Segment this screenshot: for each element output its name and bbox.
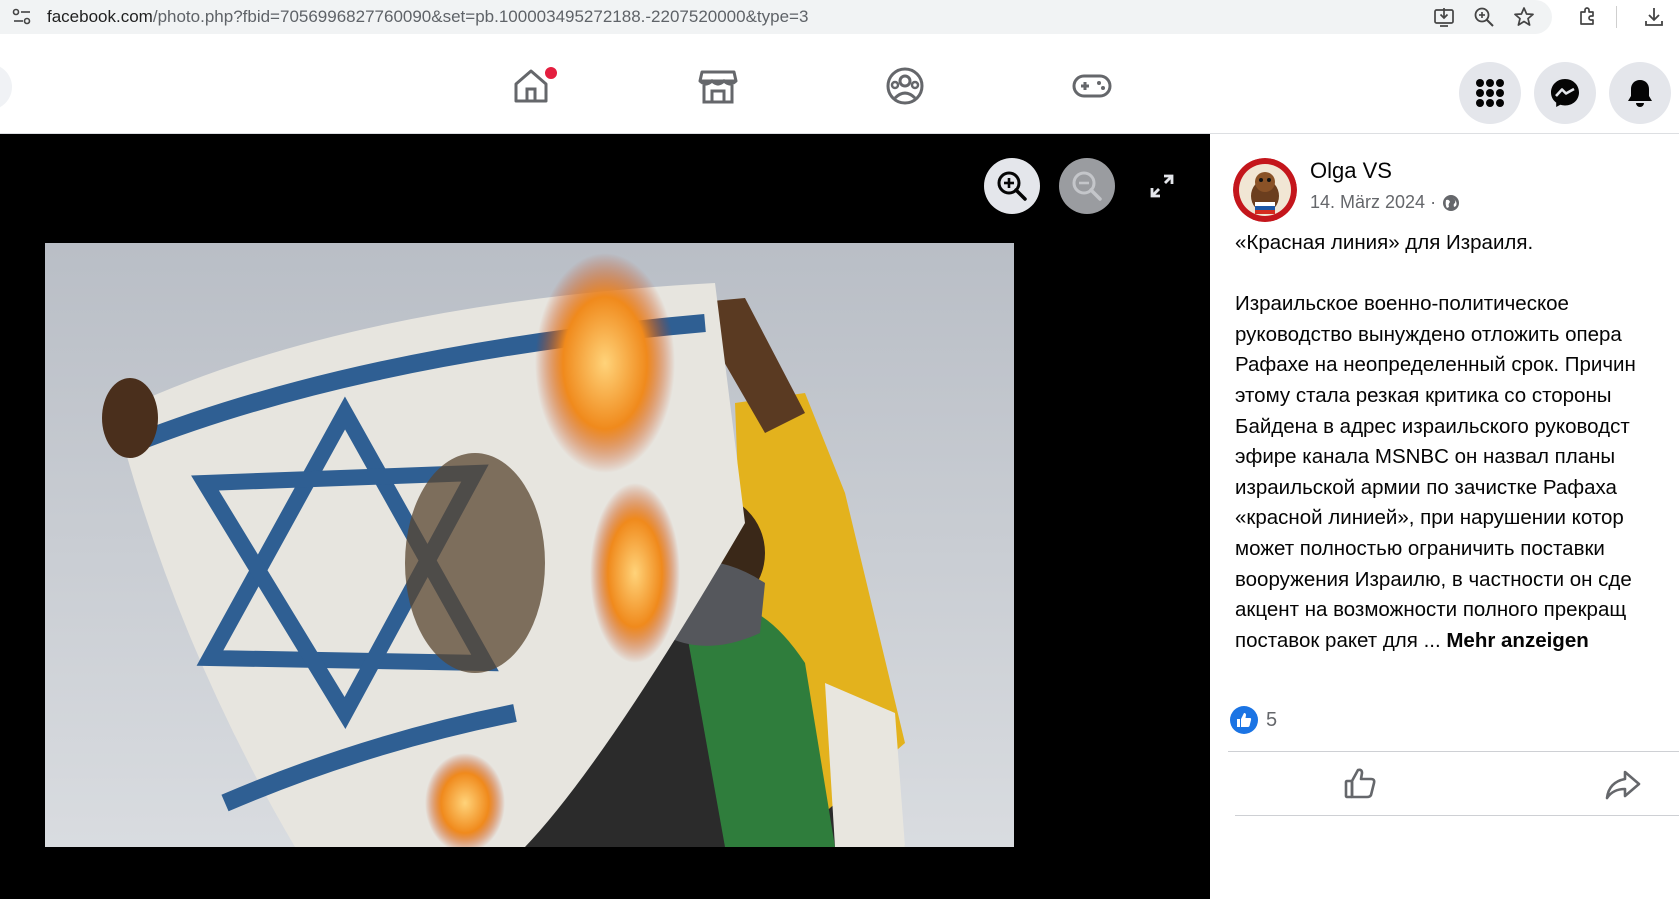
- url-text[interactable]: facebook.com/photo.php?fbid=705699682776…: [47, 7, 808, 27]
- home-notification-dot: [543, 65, 559, 81]
- like-reaction-icon: [1230, 706, 1258, 734]
- search-button-partial[interactable]: [0, 64, 12, 110]
- post-body-line: Байдена в адрес израильского руководст: [1235, 414, 1630, 438]
- photo-illustration: [45, 243, 1014, 847]
- post-body-line: этому стала резкая критика со стороны: [1235, 383, 1612, 407]
- zoom-in-button[interactable]: [984, 158, 1040, 214]
- post-panel: Olga VS 14. März 2024 · «Красная линия» …: [1210, 134, 1679, 899]
- post-body-line: эфире канала MSNBC он назвал планы: [1235, 445, 1616, 469]
- bookmark-star-icon[interactable]: [1512, 5, 1536, 29]
- toolbar-separator: [1616, 6, 1617, 28]
- browser-toolbar: facebook.com/photo.php?fbid=705699682776…: [0, 0, 1679, 41]
- post-title-line: «Красная линия» для Израиля.: [1235, 231, 1534, 254]
- post-body-line: «красной линией», при нарушении котор: [1235, 506, 1624, 530]
- post-body-line: акцент на возможности полного прекращ: [1235, 598, 1627, 622]
- menu-button[interactable]: [1459, 62, 1521, 124]
- post-text: «Красная линия» для Израиля. Израильское…: [1235, 228, 1679, 656]
- post-meta: 14. März 2024 ·: [1310, 192, 1460, 213]
- like-count: 5: [1266, 708, 1278, 731]
- gaming-icon[interactable]: [1070, 64, 1114, 108]
- fullscreen-icon[interactable]: [1148, 172, 1176, 200]
- url-host: facebook.com: [47, 7, 153, 26]
- zoom-in-icon: [997, 171, 1027, 201]
- extensions-icon[interactable]: [1576, 5, 1600, 29]
- post-body-line: Рафахе на неопределенный срок. Причин: [1235, 353, 1636, 377]
- messenger-button[interactable]: [1534, 62, 1596, 124]
- post-last-line: поставок ракет для ... Mehr anzeigen: [1235, 626, 1679, 657]
- photo-viewer: [0, 134, 1210, 899]
- see-more-link[interactable]: Mehr anzeigen: [1446, 629, 1588, 652]
- post-body-line: вооружения Израилю, в частности он сде: [1235, 567, 1632, 591]
- url-path: /photo.php?fbid=7056996827760090&set=pb.…: [152, 7, 809, 26]
- notifications-icon: [1628, 80, 1652, 107]
- downloads-icon[interactable]: [1642, 5, 1666, 29]
- post-body-line: израильской армии по зачистке Рафаха: [1235, 475, 1617, 499]
- messenger-icon: [1551, 79, 1579, 107]
- avatar-image: [1233, 158, 1297, 222]
- zoom-out-icon: [1072, 171, 1102, 201]
- facebook-header: [0, 40, 1679, 134]
- like-button-icon[interactable]: [1340, 764, 1380, 804]
- post-body-line: руководство вынуждено отложить опера: [1235, 322, 1622, 346]
- post-body-last: поставок ракет для ...: [1235, 628, 1447, 652]
- globe-icon: [1443, 194, 1460, 211]
- menu-grid-icon: [1476, 79, 1504, 107]
- groups-icon[interactable]: [883, 64, 927, 108]
- post-author[interactable]: Olga VS: [1310, 158, 1392, 184]
- post-body-line: может полностью ограничить поставки: [1235, 536, 1605, 560]
- zoom-out-button[interactable]: [1059, 158, 1115, 214]
- address-bar[interactable]: facebook.com/photo.php?fbid=705699682776…: [0, 0, 1552, 34]
- post-body-line: Израильское военно-политическое: [1235, 292, 1569, 316]
- install-app-icon[interactable]: [1432, 5, 1456, 29]
- zoom-icon[interactable]: [1472, 5, 1496, 29]
- divider: [1228, 751, 1679, 752]
- site-settings-icon[interactable]: [12, 8, 32, 26]
- marketplace-icon[interactable]: [696, 64, 740, 108]
- post-photo[interactable]: [45, 243, 1014, 847]
- post-date[interactable]: 14. März 2024 ·: [1310, 192, 1436, 213]
- divider: [1235, 815, 1679, 816]
- share-icon[interactable]: [1603, 764, 1643, 804]
- notifications-button[interactable]: [1609, 62, 1671, 124]
- reactions-summary[interactable]: 5: [1230, 706, 1277, 734]
- avatar[interactable]: [1233, 158, 1297, 222]
- post-blank-line: [1235, 259, 1679, 290]
